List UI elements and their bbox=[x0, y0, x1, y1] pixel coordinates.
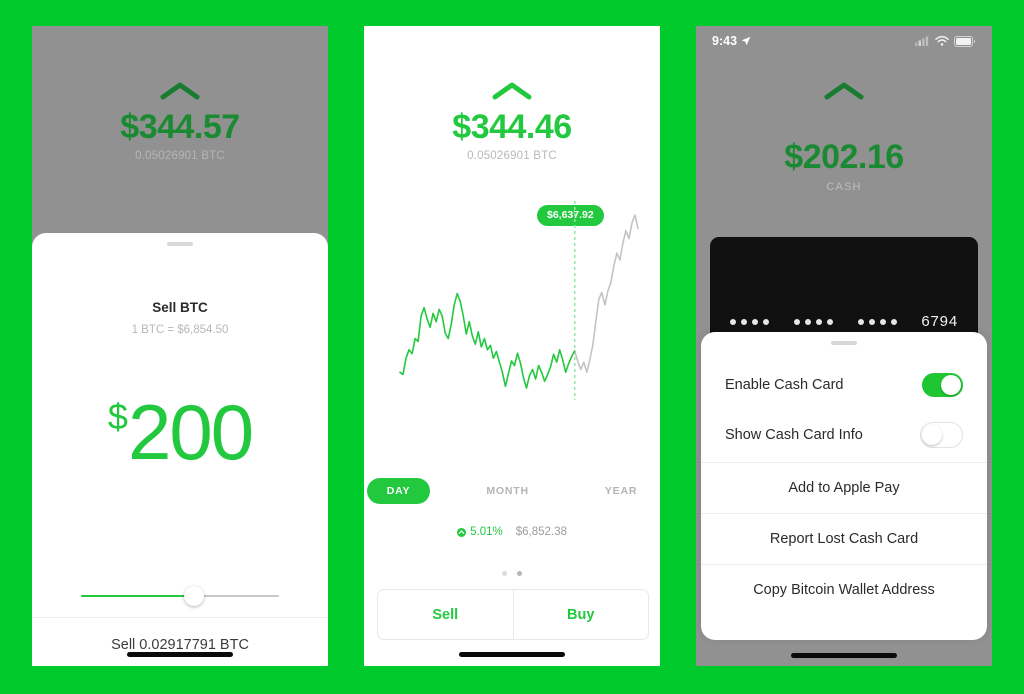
range-tab-day[interactable]: DAY bbox=[366, 478, 431, 504]
chevron-up-icon[interactable] bbox=[821, 80, 867, 102]
range-tab-month[interactable]: MONTH bbox=[466, 478, 549, 504]
status-bar-left: 9:43 bbox=[712, 34, 751, 48]
btc-balance-subtitle: 0.05026901 BTC bbox=[467, 150, 557, 162]
sell-amount-slider[interactable] bbox=[81, 586, 279, 606]
chart-stats: 5.01% $6,852.38 bbox=[364, 526, 660, 538]
slider-thumb[interactable] bbox=[183, 586, 204, 606]
sell-button[interactable]: Sell bbox=[378, 590, 513, 639]
chevron-up-icon[interactable] bbox=[489, 80, 535, 102]
price-change-value: 5.01% bbox=[470, 526, 503, 538]
cash-card-action-sheet: Enable Cash Card Show Cash Card Info Add… bbox=[701, 332, 987, 640]
footer-divider bbox=[32, 617, 328, 618]
page-dot[interactable] bbox=[502, 571, 507, 576]
row-enable-cash-card[interactable]: Enable Cash Card bbox=[701, 360, 987, 410]
panel-sell-btc: $344.57 0.05026901 BTC Sell BTC 1 BTC = … bbox=[32, 26, 328, 666]
cash-balance-amount: $202.16 bbox=[784, 138, 904, 176]
sell-amount: $200 bbox=[32, 393, 328, 471]
toggle-label: Enable Cash Card bbox=[725, 377, 844, 393]
card-masked-group bbox=[730, 318, 769, 325]
price-change: 5.01% bbox=[457, 526, 503, 538]
location-arrow-icon bbox=[741, 36, 751, 46]
status-bar-right bbox=[915, 35, 976, 47]
row-show-cash-card-info[interactable]: Show Cash Card Info bbox=[701, 410, 987, 460]
chart-range-tabs: DAY MONTH YEAR bbox=[364, 478, 660, 504]
panel-bitcoin-chart: $344.46 0.05026901 BTC $6,637.92 DAY MON… bbox=[364, 26, 660, 666]
page-dots bbox=[364, 571, 660, 576]
btc-rate-label: 1 BTC = $6,854.50 bbox=[131, 324, 229, 336]
toggle-label: Show Cash Card Info bbox=[725, 427, 863, 443]
card-number: 6794 bbox=[730, 313, 958, 330]
sheet-grab-handle[interactable] bbox=[167, 242, 193, 246]
btc-balance-amount: $344.57 bbox=[120, 108, 240, 146]
btc-balance-amount: $344.46 bbox=[452, 108, 572, 146]
current-price: $6,852.38 bbox=[515, 526, 567, 538]
trade-actions: Sell Buy bbox=[377, 589, 649, 640]
card-last-four: 6794 bbox=[921, 313, 958, 330]
card-masked-group bbox=[857, 318, 897, 325]
chart-line-past bbox=[399, 292, 576, 389]
panel-cash-card: 9:43 $202.16 CASH 6794 Enable Cash Card … bbox=[696, 26, 992, 666]
btc-balance-subtitle: 0.05026901 BTC bbox=[135, 150, 225, 162]
screenshot-stage: $344.57 0.05026901 BTC Sell BTC 1 BTC = … bbox=[0, 0, 1024, 694]
cash-balance-subtitle: CASH bbox=[826, 181, 862, 193]
battery-icon bbox=[954, 35, 976, 47]
home-indicator bbox=[459, 652, 565, 657]
sheet-title: Sell BTC bbox=[152, 300, 208, 315]
menu-item-report-lost-cash-card[interactable]: Report Lost Cash Card bbox=[701, 513, 987, 564]
enable-cash-card-toggle[interactable] bbox=[922, 373, 963, 397]
sheet-grab-handle[interactable] bbox=[831, 341, 857, 345]
chevron-up-icon[interactable] bbox=[157, 80, 203, 102]
slider-fill bbox=[81, 595, 194, 597]
cellular-bars-icon bbox=[915, 36, 929, 46]
price-chart[interactable] bbox=[364, 201, 660, 426]
buy-button[interactable]: Buy bbox=[512, 590, 649, 639]
home-indicator bbox=[791, 653, 897, 658]
amount-currency-symbol: $ bbox=[107, 396, 128, 437]
range-tab-year[interactable]: YEAR bbox=[585, 478, 657, 504]
sell-btc-sheet: Sell BTC 1 BTC = $6,854.50 $200 Sell 0.0… bbox=[32, 233, 328, 666]
wifi-icon bbox=[935, 36, 949, 46]
page-dot-active[interactable] bbox=[517, 571, 522, 576]
amount-value: 200 bbox=[127, 388, 254, 476]
sell-confirm-label[interactable]: Sell 0.02917791 BTC bbox=[32, 637, 328, 653]
chart-line-future bbox=[573, 214, 639, 374]
status-bar: 9:43 bbox=[696, 26, 992, 56]
arrow-up-circle-icon bbox=[457, 527, 467, 537]
card-masked-group bbox=[793, 318, 833, 325]
menu-item-add-to-apple-pay[interactable]: Add to Apple Pay bbox=[701, 462, 987, 513]
show-cash-card-info-toggle[interactable] bbox=[920, 422, 963, 448]
status-bar-time: 9:43 bbox=[712, 34, 738, 48]
menu-item-copy-bitcoin-wallet-address[interactable]: Copy Bitcoin Wallet Address bbox=[701, 564, 987, 615]
home-indicator bbox=[127, 652, 233, 657]
